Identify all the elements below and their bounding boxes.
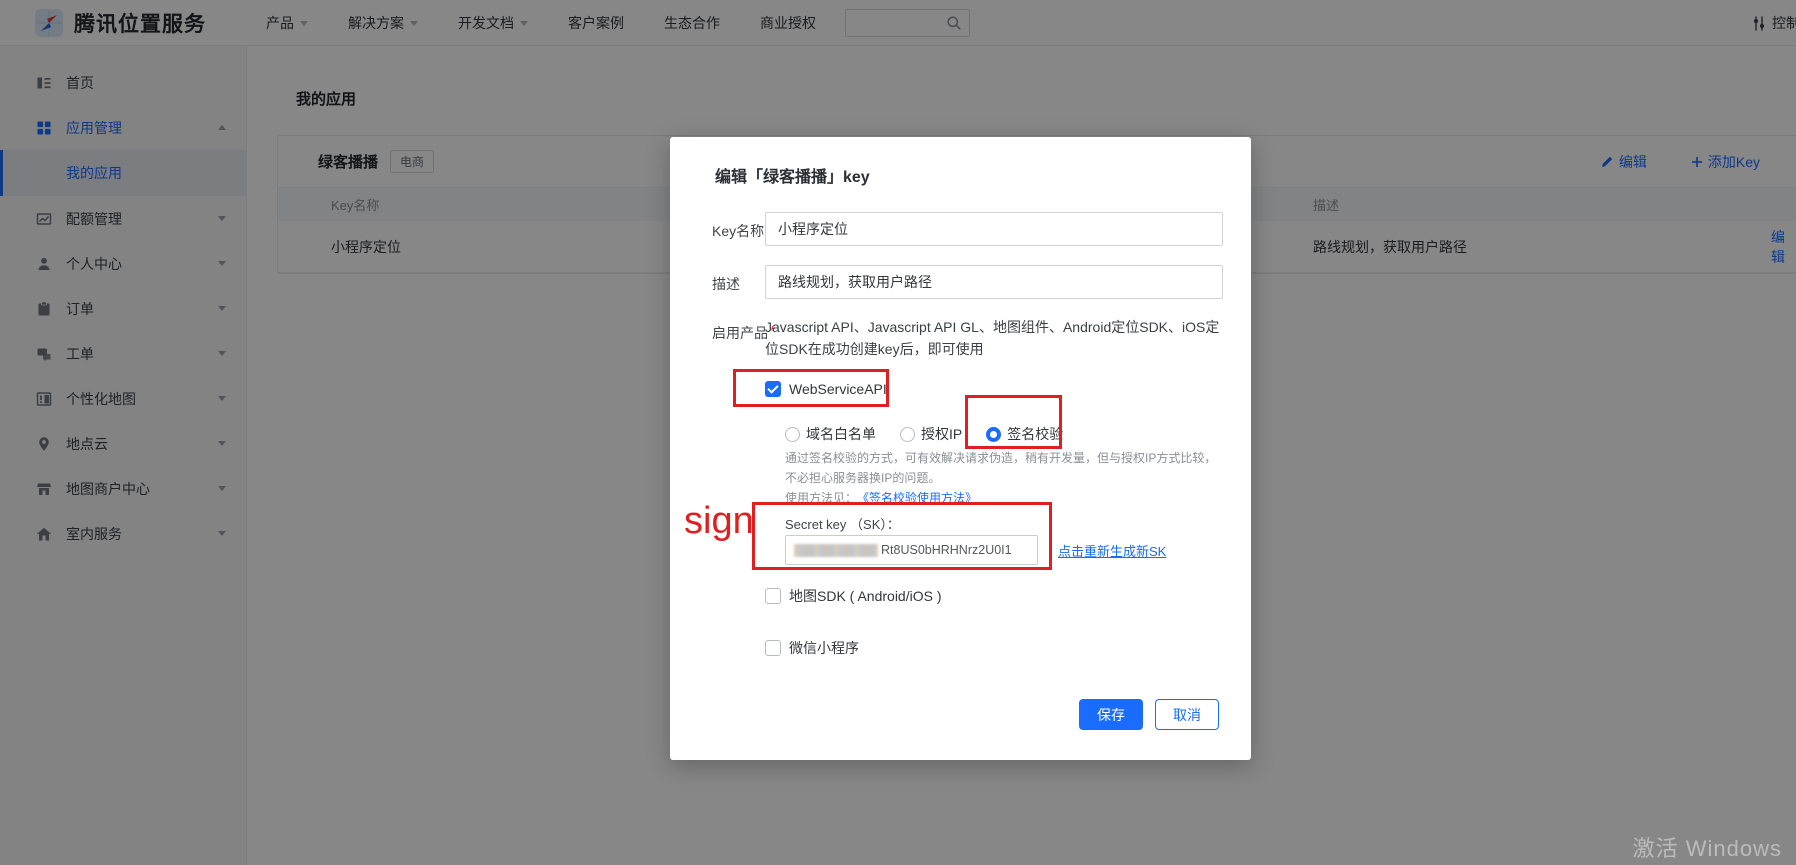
usage-method-link[interactable]: 《签名校验使用方法》	[863, 491, 977, 505]
key-name-label: Key名称*	[712, 221, 771, 241]
secret-key-visible-part: Rt8US0bHRHNrz2U0I1	[881, 543, 1012, 557]
auth-method-radio-group: 域名白名单 授权IP 签名校验	[785, 424, 1063, 444]
radio-domain-whitelist[interactable]: 域名白名单	[785, 424, 876, 444]
webservice-api-checkbox-row[interactable]: WebServiceAPI	[765, 381, 887, 397]
signature-description: 通过签名校验的方式，可有效解决请求伪造，稍有开发量，但与授权IP方式比较， 不必…	[785, 448, 1216, 488]
desc-label: 描述	[712, 274, 740, 294]
checkbox-checked-icon[interactable]	[765, 381, 781, 397]
regenerate-sk-link[interactable]: 点击重新生成新SK	[1058, 541, 1166, 560]
radio-authorized-ip[interactable]: 授权IP	[900, 424, 962, 444]
edit-key-modal: 编辑「绿客播播」key Key名称* 描述 启用产品* Javascript A…	[670, 137, 1251, 760]
desc-field[interactable]	[765, 265, 1223, 299]
modal-title: 编辑「绿客播播」key	[715, 163, 870, 187]
enabled-products-note: Javascript API、Javascript API GL、地图组件、An…	[765, 316, 1227, 360]
key-name-field[interactable]	[765, 212, 1223, 246]
map-sdk-label: 地图SDK ( Android/iOS )	[789, 586, 942, 606]
screen: 腾讯位置服务 产品 解决方案 开发文档 客户案例 生态合作 商业授权	[0, 0, 1796, 865]
map-sdk-checkbox-row[interactable]: 地图SDK ( Android/iOS )	[765, 586, 942, 606]
radio-unselected-icon[interactable]	[900, 427, 915, 442]
radio-selected-icon[interactable]	[986, 427, 1001, 442]
secret-key-field[interactable]: Rt8US0bHRHNrz2U0I1	[785, 535, 1038, 565]
wechat-miniprogram-checkbox-row[interactable]: 微信小程序	[765, 638, 859, 658]
radio-signature-verification[interactable]: 签名校验	[986, 424, 1063, 444]
checkbox-empty-icon[interactable]	[765, 640, 781, 656]
secret-key-label: Secret key （SK）：	[785, 514, 900, 533]
webservice-api-label: WebServiceAPI	[789, 381, 887, 397]
checkbox-empty-icon[interactable]	[765, 588, 781, 604]
secret-key-masked-part	[794, 544, 878, 557]
wechat-miniprogram-label: 微信小程序	[789, 638, 859, 658]
cancel-button[interactable]: 取消	[1155, 699, 1219, 730]
usage-row: 使用方法见： 《签名校验使用方法》	[785, 489, 977, 506]
radio-unselected-icon[interactable]	[785, 427, 800, 442]
annotation-sign-text: sign	[684, 500, 754, 543]
save-button[interactable]: 保存	[1079, 699, 1143, 730]
usage-prefix: 使用方法见：	[785, 491, 857, 505]
activate-windows-watermark: 激活 Windows	[1633, 831, 1782, 863]
